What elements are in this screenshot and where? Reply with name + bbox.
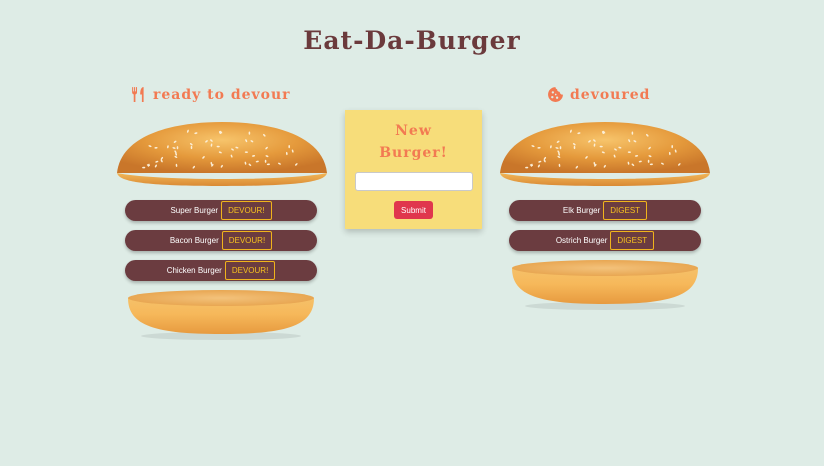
- bottom-bun-right: [512, 260, 698, 310]
- devoured-heading-label: devoured: [570, 86, 651, 103]
- sesame-seed: [248, 131, 251, 135]
- burger-name: Super Burger: [170, 206, 219, 215]
- new-burger-title-line2: Burger!: [379, 145, 448, 161]
- new-burger-title: New Burger!: [345, 120, 482, 164]
- ready-to-devour-heading: ready to devour: [130, 86, 291, 103]
- top-bun-left: [117, 122, 327, 186]
- burger-row: Elk Burger DIGEST: [509, 200, 701, 221]
- burger-row: Bacon Burger DEVOUR!: [125, 230, 317, 251]
- devour-button[interactable]: DEVOUR!: [224, 261, 276, 280]
- page-title: Eat-Da-Burger: [303, 26, 521, 55]
- devour-button[interactable]: DEVOUR!: [221, 231, 273, 250]
- new-burger-card: New Burger! Submit: [345, 110, 482, 229]
- fork-knife-icon: [130, 86, 147, 103]
- burger-row: Chicken Burger DEVOUR!: [125, 260, 317, 281]
- bottom-bun-left: [128, 290, 314, 340]
- burger-name-input[interactable]: [354, 172, 473, 191]
- burger-row: Ostrich Burger DIGEST: [509, 230, 701, 251]
- devoured-heading: devoured: [547, 86, 650, 103]
- burger-name: Chicken Burger: [166, 266, 222, 275]
- new-burger-title-line1: New: [395, 123, 432, 139]
- sesame-seed: [631, 131, 634, 135]
- digest-button[interactable]: DIGEST: [603, 201, 648, 220]
- submit-button[interactable]: Submit: [394, 201, 433, 219]
- burger-row: Super Burger DEVOUR!: [125, 200, 317, 221]
- sesame-seed: [671, 144, 673, 149]
- sesame-seed: [288, 144, 290, 149]
- digest-button[interactable]: DIGEST: [610, 231, 655, 250]
- ready-heading-label: ready to devour: [153, 86, 291, 103]
- burger-name: Bacon Burger: [169, 236, 219, 245]
- burger-name: Elk Burger: [562, 206, 601, 215]
- burger-name: Ostrich Burger: [555, 236, 608, 245]
- cookie-icon: [547, 86, 564, 103]
- top-bun-right: [500, 122, 710, 186]
- devour-button[interactable]: DEVOUR!: [221, 201, 272, 220]
- sesame-seed: [647, 159, 650, 163]
- sesame-seed: [264, 159, 267, 163]
